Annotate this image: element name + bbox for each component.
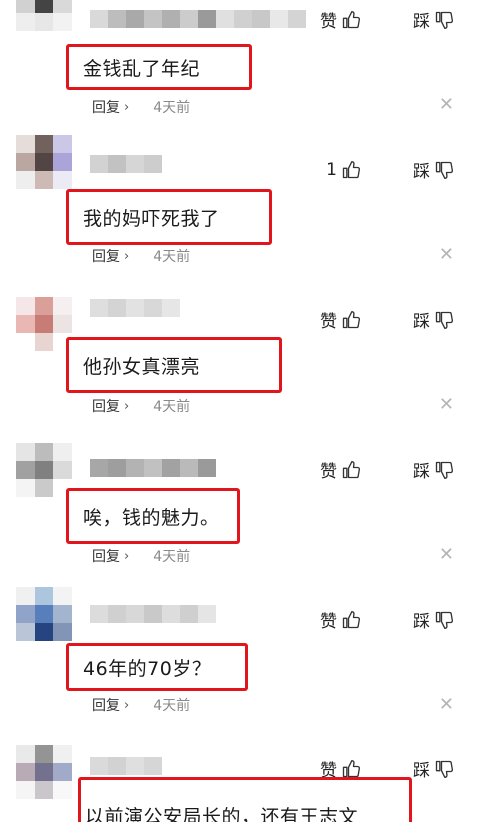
chevron-right-icon: ›	[124, 99, 130, 115]
timestamp: 4天前	[153, 549, 191, 565]
dislike-label: 踩	[413, 162, 430, 182]
chevron-right-icon: ›	[124, 548, 130, 564]
thumbs-down-icon	[435, 461, 453, 479]
reply-button[interactable]: 回复	[92, 546, 120, 566]
dislike-button[interactable]: 踩	[413, 607, 454, 632]
like-button[interactable]: 1	[326, 160, 361, 180]
timestamp: 4天前	[153, 698, 191, 714]
thumbs-down-icon	[435, 311, 453, 329]
like-button[interactable]: 赞	[320, 457, 361, 482]
comment-text: 他孙女真漂亮	[66, 337, 282, 393]
timestamp: 4天前	[153, 249, 191, 265]
close-icon[interactable]: ✕	[439, 544, 454, 565]
comment-actions: 赞 踩	[320, 7, 454, 32]
thumbs-up-icon	[342, 310, 360, 328]
thumbs-up-icon	[342, 10, 360, 28]
reply-button[interactable]: 回复	[92, 396, 120, 416]
avatar[interactable]	[16, 0, 72, 49]
reply-button[interactable]: 回复	[92, 695, 120, 715]
comment-item: 赞 踩 唉，钱的魅力。 回复 › 4天前 ✕	[0, 435, 492, 585]
chevron-right-icon: ›	[124, 697, 130, 713]
like-count: 1	[326, 159, 337, 180]
comment-meta: 回复 › 4天前	[92, 396, 190, 416]
timestamp: 4天前	[153, 100, 191, 116]
chevron-right-icon: ›	[124, 248, 130, 264]
comment-text: 唉，钱的魅力。	[66, 488, 240, 544]
avatar[interactable]	[16, 297, 72, 351]
reply-button[interactable]: 回复	[92, 246, 120, 266]
dislike-button[interactable]: 踩	[413, 307, 454, 332]
thumbs-down-icon	[435, 11, 453, 29]
username-blurred[interactable]	[90, 605, 216, 623]
like-button[interactable]: 赞	[320, 7, 361, 32]
thumbs-down-icon	[435, 161, 453, 179]
username-blurred[interactable]	[90, 757, 162, 775]
dislike-label: 踩	[413, 312, 430, 332]
comment-item: 1 踩 我的妈吓死我了 回复 › 4天前 ✕	[0, 135, 492, 285]
thumbs-up-icon	[342, 759, 360, 777]
like-label: 赞	[320, 462, 337, 482]
comment-item: 赞 踩 46年的70岁？ 回复 › 4天前 ✕	[0, 585, 492, 735]
like-label: 赞	[320, 312, 337, 332]
thumbs-down-icon	[435, 611, 453, 629]
like-label: 赞	[320, 12, 337, 32]
dislike-label: 踩	[413, 761, 430, 781]
dislike-label: 踩	[413, 462, 430, 482]
chevron-right-icon: ›	[124, 398, 130, 414]
comment-text: 我的妈吓死我了	[66, 189, 272, 245]
comment-item: 赞 踩 以前演公安局长的，还有王志文	[0, 735, 492, 822]
like-button[interactable]: 赞	[320, 307, 361, 332]
comment-text: 46年的70岁？	[66, 643, 248, 691]
timestamp: 4天前	[153, 399, 191, 415]
close-icon[interactable]: ✕	[439, 94, 454, 115]
dislike-button[interactable]: 踩	[413, 157, 454, 182]
thumbs-up-icon	[342, 160, 360, 178]
comment-actions: 1 踩	[326, 157, 454, 182]
comment-actions: 赞 踩	[320, 607, 454, 632]
close-icon[interactable]: ✕	[439, 244, 454, 265]
avatar[interactable]	[16, 745, 72, 799]
comment-text: 以前演公安局长的，还有王志文	[78, 777, 412, 822]
comment-item: 赞 踩 金钱乱了年纪 回复 › 4天前 ✕	[0, 0, 492, 116]
dislike-label: 踩	[413, 12, 430, 32]
like-button[interactable]: 赞	[320, 607, 361, 632]
comment-text: 金钱乱了年纪	[66, 44, 252, 90]
thumbs-up-icon	[342, 460, 360, 478]
close-icon[interactable]: ✕	[439, 694, 454, 715]
thumbs-up-icon	[342, 610, 360, 628]
comment-actions: 赞 踩	[320, 307, 454, 332]
reply-button[interactable]: 回复	[92, 97, 120, 117]
comment-item: 赞 踩 他孙女真漂亮 回复 › 4天前 ✕	[0, 285, 492, 435]
comment-meta: 回复 › 4天前	[92, 246, 190, 266]
username-blurred[interactable]	[90, 155, 162, 173]
dislike-button[interactable]: 踩	[413, 7, 454, 32]
thumbs-down-icon	[435, 760, 453, 778]
comment-actions: 赞 踩	[320, 457, 454, 482]
comment-meta: 回复 › 4天前	[92, 97, 190, 117]
like-label: 赞	[320, 612, 337, 632]
avatar[interactable]	[16, 135, 72, 189]
username-blurred[interactable]	[90, 10, 306, 28]
close-icon[interactable]: ✕	[439, 394, 454, 415]
username-blurred[interactable]	[90, 459, 216, 477]
dislike-button[interactable]: 踩	[413, 457, 454, 482]
username-blurred[interactable]	[90, 299, 180, 317]
avatar[interactable]	[16, 443, 72, 497]
dislike-label: 踩	[413, 612, 430, 632]
comment-meta: 回复 › 4天前	[92, 695, 190, 715]
avatar[interactable]	[16, 587, 72, 641]
comment-meta: 回复 › 4天前	[92, 546, 190, 566]
dislike-button[interactable]: 踩	[413, 756, 454, 781]
